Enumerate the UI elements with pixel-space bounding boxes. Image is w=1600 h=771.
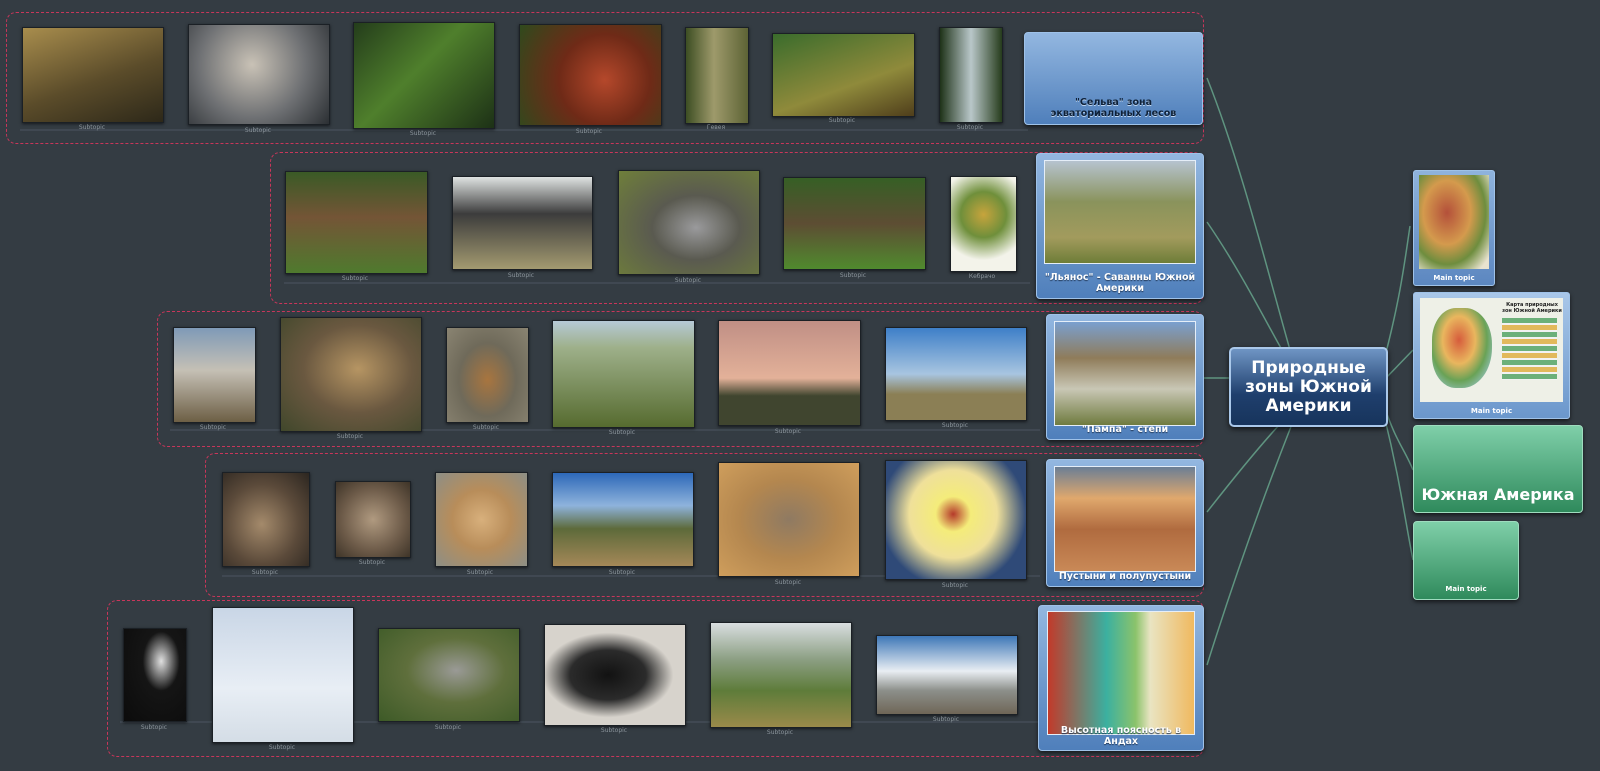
- peccary-photo[interactable]: [285, 171, 428, 274]
- subtopic-caption: Subtopic: [774, 579, 802, 586]
- connector-right-2: [1383, 349, 1414, 381]
- subtopic-caption: Кебрачо: [968, 273, 996, 280]
- piranha-photo[interactable]: [188, 24, 330, 125]
- rhea-photo[interactable]: [452, 176, 593, 270]
- map-legend: [1502, 318, 1557, 380]
- subtopic-caption: Subtopic: [600, 727, 628, 734]
- topic-llanos[interactable]: "Льянос" - Саванны Южной Америки: [1036, 153, 1204, 299]
- altitude-zones-diagram: [1047, 611, 1195, 735]
- topic-pampa[interactable]: "Пампа" - степи: [1046, 314, 1204, 440]
- chinchilla-photo[interactable]: [378, 628, 520, 722]
- savanna-photo: [1044, 160, 1196, 264]
- main-topic-south-america[interactable]: Южная Америка: [1413, 425, 1583, 513]
- subtopic-caption: Subtopic: [608, 569, 636, 576]
- cactus-desert-photo[interactable]: [552, 472, 694, 567]
- connector-row-2: [1206, 221, 1283, 351]
- jungle-photo[interactable]: [353, 22, 495, 129]
- south-america-map: [1419, 175, 1489, 269]
- subtopic-caption: Subtopic: [828, 117, 856, 124]
- topic-selva-label: "Сельва" зона экваториальных лесов: [1050, 97, 1177, 119]
- connector-right-4: [1383, 414, 1414, 561]
- subtopic-caption: Гевея: [706, 124, 726, 131]
- main-topic-label: Южная Америка: [1421, 485, 1575, 504]
- spectacled-bear-photo[interactable]: [544, 624, 686, 726]
- pampas-grass-photo: [1054, 321, 1196, 426]
- main-topic-label: Main topic: [1445, 585, 1487, 593]
- topic-selva[interactable]: "Сельва" зона экваториальных лесов: [1024, 32, 1203, 125]
- main-topic-label: Main topic: [1470, 407, 1513, 415]
- savanna-tree-photo[interactable]: [718, 320, 861, 426]
- desert-photo: [1054, 466, 1196, 572]
- cactus-landscape-photo[interactable]: [885, 327, 1027, 421]
- llama-photo[interactable]: [173, 327, 256, 423]
- feather-grass-photo[interactable]: [552, 320, 695, 428]
- main-topic-label: Main topic: [1433, 274, 1475, 282]
- subtopic-caption: Subtopic: [472, 424, 500, 431]
- topic-deserts-label: Пустыни и полупустыни: [1058, 571, 1192, 582]
- topic-andes[interactable]: Высотная поясность в Андах: [1038, 605, 1204, 751]
- waterfall-photo[interactable]: [939, 27, 1003, 123]
- topic-andes-label: Высотная поясность в Андах: [1060, 725, 1182, 747]
- topic-deserts[interactable]: Пустыни и полупустыни: [1046, 459, 1204, 587]
- map-landmass: [1432, 308, 1492, 388]
- wildcat-photo[interactable]: [435, 472, 528, 567]
- subtopic-caption: Subtopic: [941, 422, 969, 429]
- jaguar-photo[interactable]: [772, 33, 915, 117]
- connector-right-3: [1383, 404, 1414, 471]
- snake-photo[interactable]: [718, 462, 860, 577]
- cocoa-photo[interactable]: [519, 24, 662, 126]
- tapir-photo[interactable]: [22, 27, 164, 123]
- connector-right-1: [1383, 225, 1411, 361]
- main-topic-south-america-map[interactable]: Main topic: [1413, 170, 1495, 286]
- subtopic-caption: Subtopic: [608, 429, 636, 436]
- central-topic-label: Природные зоны Южной Америки: [1245, 357, 1372, 416]
- connector-row-4: [1206, 421, 1283, 513]
- map-title: Карта природных зон Южной Америки: [1502, 302, 1562, 314]
- subtopic-caption: Subtopic: [932, 716, 960, 723]
- subtopic-caption: Subtopic: [358, 559, 386, 566]
- subtopic-caption: Subtopic: [251, 569, 279, 576]
- topic-llanos-label: "Льянос" - Саванны Южной Америки: [1044, 272, 1196, 294]
- subtopic-caption: Subtopic: [434, 724, 462, 731]
- andes-mountain-photo[interactable]: [876, 635, 1018, 715]
- armadillo-photo[interactable]: [618, 170, 760, 275]
- flying-condor-photo[interactable]: [212, 607, 354, 743]
- vizcacha-photo[interactable]: [335, 481, 411, 558]
- main-topic-natural-zones-map[interactable]: Карта природных зон Южной Америки Main t…: [1413, 292, 1570, 419]
- main-topic-empty[interactable]: Main topic: [1413, 521, 1519, 600]
- subtopic-caption: Subtopic: [466, 569, 494, 576]
- subtopic-caption: Subtopic: [409, 130, 437, 137]
- valley-landscape-photo[interactable]: [710, 622, 852, 728]
- subtopic-caption: Subtopic: [244, 127, 272, 134]
- natural-zones-map: Карта природных зон Южной Америки: [1420, 298, 1563, 402]
- subtopic-caption: Subtopic: [341, 275, 369, 282]
- subtopic-caption: Subtopic: [575, 128, 603, 135]
- subtopic-caption: Subtopic: [774, 428, 802, 435]
- subtopic-caption: Subtopic: [140, 724, 168, 731]
- subtopic-caption: Subtopic: [941, 582, 969, 589]
- pampas-cat-photo[interactable]: [280, 317, 422, 432]
- subtopic-caption: Subtopic: [839, 272, 867, 279]
- rubber-tree-photo[interactable]: [685, 27, 749, 124]
- quebracho-illustration[interactable]: [950, 176, 1017, 272]
- condor-photo[interactable]: [123, 628, 187, 722]
- subtopic-caption: Subtopic: [78, 124, 106, 131]
- connector-row-1: [1206, 77, 1291, 351]
- subtopic-caption: Subtopic: [674, 277, 702, 284]
- subtopic-caption: Subtopic: [507, 272, 535, 279]
- mara-photo[interactable]: [222, 472, 310, 567]
- subtopic-caption: Subtopic: [268, 744, 296, 751]
- central-topic[interactable]: Природные зоны Южной Америки: [1229, 347, 1388, 427]
- topic-pampa-label: "Пампа" - степи: [1081, 424, 1169, 435]
- subtopic-caption: Subtopic: [766, 729, 794, 736]
- anteater-photo[interactable]: [783, 177, 926, 270]
- subtopic-caption: Subtopic: [956, 124, 984, 131]
- pampas-deer-photo[interactable]: [446, 327, 529, 423]
- subtopic-caption: Subtopic: [336, 433, 364, 440]
- subtopic-caption: Subtopic: [199, 424, 227, 431]
- cactus-flower-photo[interactable]: [885, 460, 1027, 580]
